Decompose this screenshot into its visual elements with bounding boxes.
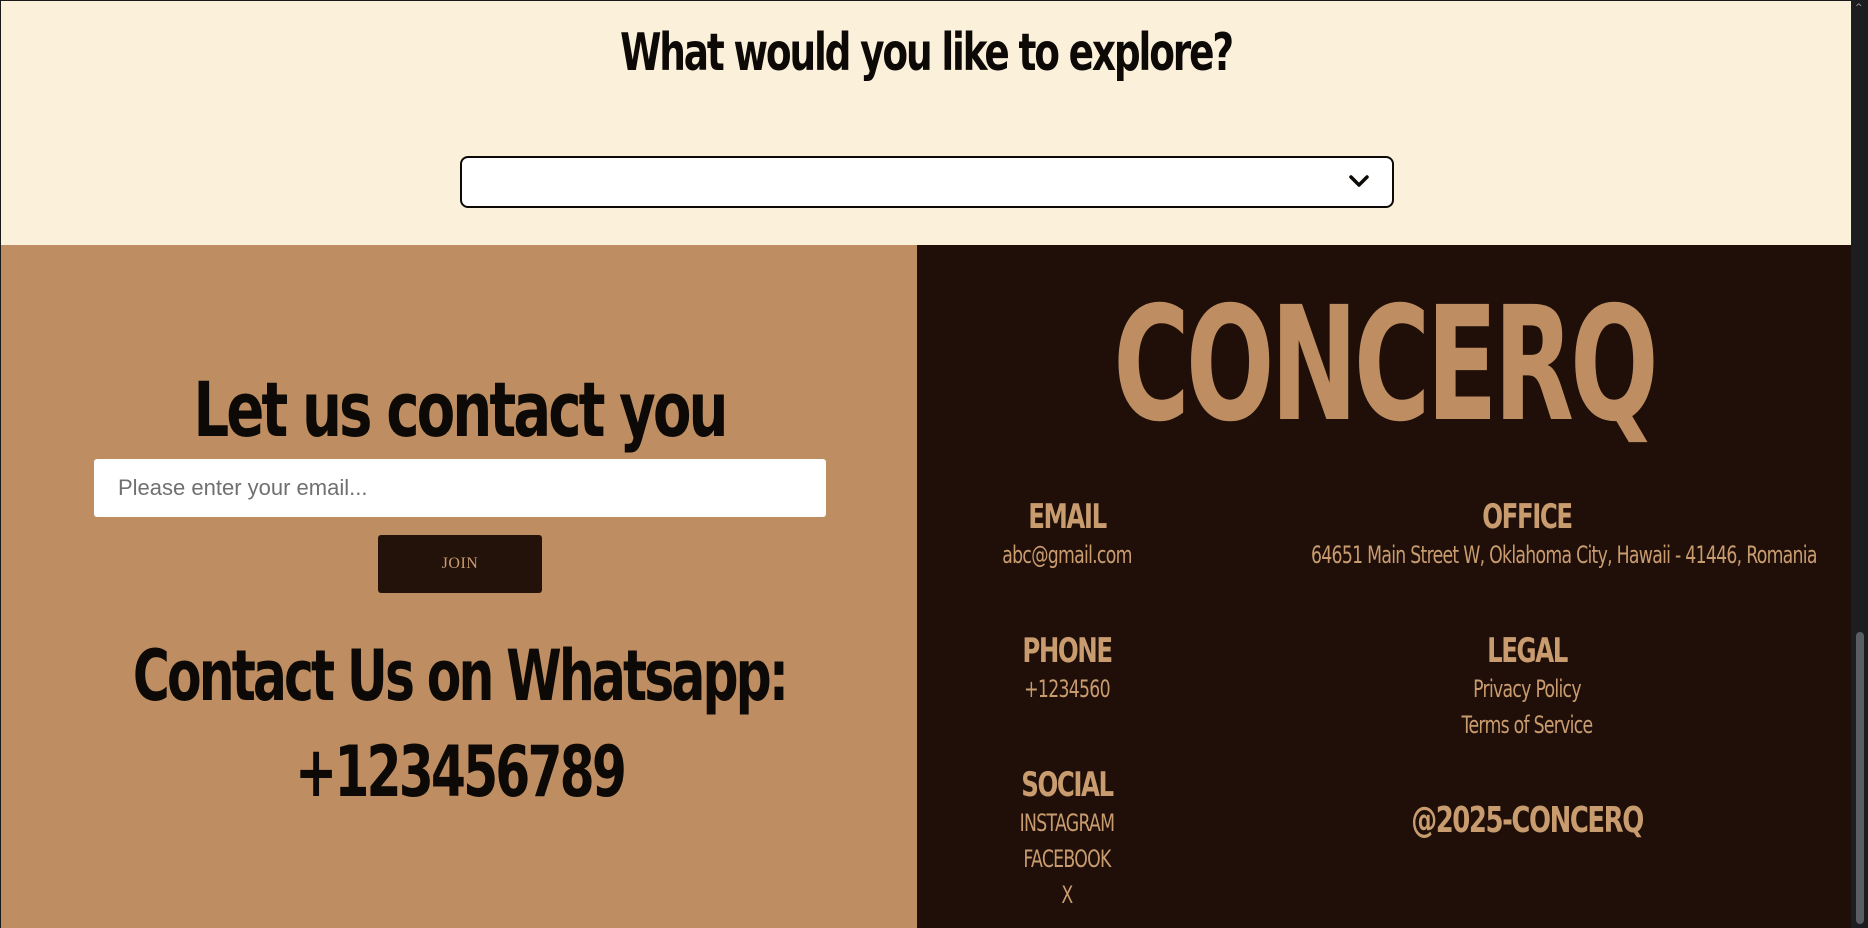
brand-logo: CONCERQ — [1113, 273, 1658, 457]
social-heading: SOCIAL — [1021, 765, 1114, 805]
privacy-policy-link[interactable]: Privacy Policy — [1311, 671, 1743, 707]
copyright: @2025-CONCERQ — [1411, 800, 1644, 841]
whatsapp-number: +123456789 — [294, 731, 627, 813]
explore-section: What would you like to explore? — [0, 0, 1851, 245]
legal-block: LEGAL Privacy Policy Terms of Service — [1227, 631, 1827, 743]
office-heading: OFFICE — [1482, 497, 1573, 537]
chevron-down-icon — [1349, 175, 1369, 187]
email-heading: EMAIL — [1028, 497, 1107, 537]
x-link[interactable]: X — [981, 877, 1154, 913]
office-block: OFFICE 64651 Main Street W, Oklahoma Cit… — [1227, 497, 1827, 573]
footer: CONCERQ EMAIL abc@gmail.com OFFICE 64651… — [917, 245, 1851, 928]
explore-select[interactable] — [460, 156, 1394, 208]
phone-heading: PHONE — [1022, 631, 1113, 671]
email-link[interactable]: abc@gmail.com — [981, 537, 1154, 573]
facebook-link[interactable]: FACEBOOK — [981, 841, 1154, 877]
legal-heading: LEGAL — [1487, 631, 1568, 671]
contact-section: Let us contact you JOIN Contact Us on Wh… — [0, 245, 917, 928]
phone-link[interactable]: +1234560 — [981, 671, 1154, 707]
email-input[interactable] — [94, 459, 826, 517]
instagram-link[interactable]: INSTAGRAM — [981, 805, 1154, 841]
office-address: 64651 Main Street W, Oklahoma City, Hawa… — [1311, 541, 1817, 569]
social-block: SOCIAL INSTAGRAM FACEBOOK X — [947, 765, 1187, 913]
join-button[interactable]: JOIN — [378, 535, 542, 593]
terms-of-service-link[interactable]: Terms of Service — [1311, 707, 1743, 743]
page: What would you like to explore? Let us c… — [0, 0, 1851, 928]
email-block: EMAIL abc@gmail.com — [947, 497, 1187, 573]
scroll-up-arrow-icon[interactable]: ^ — [1855, 4, 1864, 13]
explore-title: What would you like to explore? — [620, 23, 1234, 83]
phone-block: PHONE +1234560 — [947, 631, 1187, 707]
scrollbar-thumb[interactable] — [1856, 632, 1864, 924]
scrollbar[interactable]: ^ — [1851, 0, 1868, 928]
whatsapp-label: Contact Us on Whatsapp: — [132, 635, 789, 717]
contact-title: Let us contact you — [193, 365, 728, 454]
